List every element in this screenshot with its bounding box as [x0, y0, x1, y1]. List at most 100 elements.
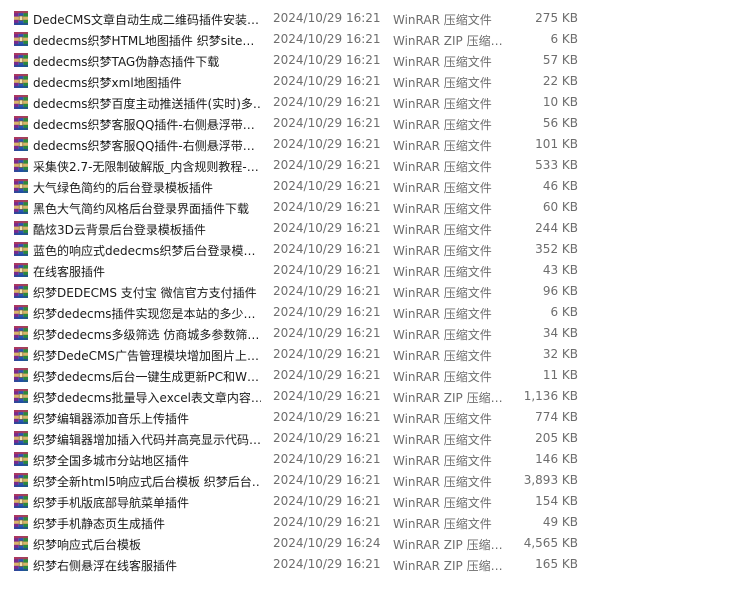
- file-row[interactable]: 织梦手机静态页生成插件 2024/10/29 16:21 WinRAR 压缩文件…: [0, 512, 733, 533]
- winrar-archive-icon: [13, 10, 29, 26]
- file-modified-date: 2024/10/29 16:21: [273, 200, 381, 214]
- file-size: 352 KB: [535, 242, 578, 256]
- file-type: WinRAR 压缩文件: [393, 496, 492, 510]
- winrar-archive-icon: [13, 514, 29, 530]
- winrar-archive-icon: [13, 136, 29, 152]
- file-size: 60 KB: [542, 200, 578, 214]
- file-modified-date: 2024/10/29 16:21: [273, 242, 381, 256]
- file-name: 织梦编辑器增加插入代码并高亮显示代码…: [33, 433, 261, 447]
- file-row[interactable]: dedecms织梦百度主动推送插件(实时)多… 2024/10/29 16:21…: [0, 92, 733, 113]
- file-row[interactable]: dedecms织梦客服QQ插件-右侧悬浮带… 2024/10/29 16:21 …: [0, 134, 733, 155]
- file-row[interactable]: 织梦手机版底部导航菜单插件 2024/10/29 16:21 WinRAR 压缩…: [0, 491, 733, 512]
- file-size: 46 KB: [542, 179, 578, 193]
- file-row[interactable]: 织梦右侧悬浮在线客服插件 2024/10/29 16:21 WinRAR ZIP…: [0, 554, 733, 575]
- file-modified-date: 2024/10/29 16:21: [273, 32, 381, 46]
- file-row[interactable]: 蓝色的响应式dedecms织梦后台登录模… 2024/10/29 16:21 W…: [0, 239, 733, 260]
- file-row[interactable]: 黑色大气简约风格后台登录界面插件下载 2024/10/29 16:21 WinR…: [0, 197, 733, 218]
- winrar-archive-icon: [13, 493, 29, 509]
- file-name: 黑色大气简约风格后台登录界面插件下载: [33, 202, 250, 216]
- file-name: 织梦dedecms批量导入excel表文章内容…: [33, 391, 261, 405]
- file-row[interactable]: 织梦dedecms插件实现您是本站的多少… 2024/10/29 16:21 W…: [0, 302, 733, 323]
- file-row[interactable]: 采集侠2.7-无限制破解版_内含规则教程-… 2024/10/29 16:21 …: [0, 155, 733, 176]
- winrar-archive-icon: [13, 220, 29, 236]
- file-type: WinRAR 压缩文件: [393, 412, 492, 426]
- file-type: WinRAR ZIP 压缩…: [393, 559, 503, 573]
- winrar-archive-icon: [13, 346, 29, 362]
- file-size: 49 KB: [542, 515, 578, 529]
- file-row[interactable]: 大气绿色简约的后台登录模板插件 2024/10/29 16:21 WinRAR …: [0, 176, 733, 197]
- file-modified-date: 2024/10/29 16:21: [273, 473, 381, 487]
- winrar-archive-icon: [13, 157, 29, 173]
- file-type: WinRAR 压缩文件: [393, 202, 492, 216]
- file-type: WinRAR 压缩文件: [393, 265, 492, 279]
- file-type: WinRAR 压缩文件: [393, 307, 492, 321]
- file-row[interactable]: 酷炫3D云背景后台登录模板插件 2024/10/29 16:21 WinRAR …: [0, 218, 733, 239]
- file-name: 织梦编辑器添加音乐上传插件: [33, 412, 190, 426]
- file-modified-date: 2024/10/29 16:21: [273, 158, 381, 172]
- winrar-archive-icon: [13, 472, 29, 488]
- file-row[interactable]: 织梦全新html5响应式后台模板 织梦后台… 2024/10/29 16:21 …: [0, 470, 733, 491]
- winrar-archive-icon: [13, 31, 29, 47]
- file-type: WinRAR 压缩文件: [393, 433, 492, 447]
- file-modified-date: 2024/10/29 16:21: [273, 53, 381, 67]
- file-row[interactable]: 织梦全国多城市分站地区插件 2024/10/29 16:21 WinRAR 压缩…: [0, 449, 733, 470]
- file-type: WinRAR 压缩文件: [393, 328, 492, 342]
- file-type: WinRAR 压缩文件: [393, 160, 492, 174]
- winrar-archive-icon: [13, 283, 29, 299]
- file-row[interactable]: 织梦dedecms后台一键生成更新PC和W… 2024/10/29 16:21 …: [0, 365, 733, 386]
- file-modified-date: 2024/10/29 16:21: [273, 494, 381, 508]
- file-size: 3,893 KB: [523, 473, 578, 487]
- file-name: 大气绿色简约的后台登录模板插件: [33, 181, 214, 195]
- winrar-archive-icon: [13, 73, 29, 89]
- file-size: 275 KB: [535, 11, 578, 25]
- file-name: dedecms织梦客服QQ插件-右侧悬浮带…: [33, 118, 255, 132]
- file-size: 205 KB: [535, 431, 578, 445]
- file-row[interactable]: dedecms织梦TAG伪静态插件下载 2024/10/29 16:21 Win…: [0, 50, 733, 71]
- file-row[interactable]: 织梦响应式后台模板 2024/10/29 16:24 WinRAR ZIP 压缩…: [0, 533, 733, 554]
- file-row[interactable]: dedecms织梦客服QQ插件-右侧悬浮带… 2024/10/29 16:21 …: [0, 113, 733, 134]
- file-list: DedeCMS文章自动生成二维码插件安装… 2024/10/29 16:21 W…: [0, 8, 733, 575]
- file-type: WinRAR 压缩文件: [393, 139, 492, 153]
- file-size: 10 KB: [542, 95, 578, 109]
- file-type: WinRAR 压缩文件: [393, 475, 492, 489]
- file-size: 1,136 KB: [523, 389, 578, 403]
- file-type: WinRAR 压缩文件: [393, 118, 492, 132]
- winrar-archive-icon: [13, 409, 29, 425]
- file-modified-date: 2024/10/29 16:21: [273, 11, 381, 25]
- file-name: 蓝色的响应式dedecms织梦后台登录模…: [33, 244, 256, 258]
- winrar-archive-icon: [13, 304, 29, 320]
- file-name: 织梦DedeCMS广告管理模块增加图片上…: [33, 349, 259, 363]
- winrar-archive-icon: [13, 325, 29, 341]
- file-row[interactable]: DedeCMS文章自动生成二维码插件安装… 2024/10/29 16:21 W…: [0, 8, 733, 29]
- file-row[interactable]: 织梦DedeCMS广告管理模块增加图片上… 2024/10/29 16:21 W…: [0, 344, 733, 365]
- file-name: 采集侠2.7-无限制破解版_内含规则教程-…: [33, 160, 259, 174]
- file-row[interactable]: dedecms织梦HTML地图插件 织梦site… 2024/10/29 16:…: [0, 29, 733, 50]
- file-modified-date: 2024/10/29 16:21: [273, 368, 381, 382]
- winrar-archive-icon: [13, 388, 29, 404]
- file-row[interactable]: 织梦dedecms多级筛选 仿商城多参数筛… 2024/10/29 16:21 …: [0, 323, 733, 344]
- winrar-archive-icon: [13, 241, 29, 257]
- file-modified-date: 2024/10/29 16:21: [273, 326, 381, 340]
- file-row[interactable]: 在线客服插件 2024/10/29 16:21 WinRAR 压缩文件 43 K…: [0, 260, 733, 281]
- file-name: 织梦dedecms多级筛选 仿商城多参数筛…: [33, 328, 260, 342]
- file-size: 101 KB: [535, 137, 578, 151]
- file-modified-date: 2024/10/29 16:21: [273, 74, 381, 88]
- file-size: 6 KB: [550, 305, 578, 319]
- file-modified-date: 2024/10/29 16:21: [273, 179, 381, 193]
- file-row[interactable]: 织梦编辑器添加音乐上传插件 2024/10/29 16:21 WinRAR 压缩…: [0, 407, 733, 428]
- winrar-archive-icon: [13, 199, 29, 215]
- file-size: 774 KB: [535, 410, 578, 424]
- file-type: WinRAR 压缩文件: [393, 244, 492, 258]
- file-row[interactable]: 织梦dedecms批量导入excel表文章内容… 2024/10/29 16:2…: [0, 386, 733, 407]
- file-size: 32 KB: [542, 347, 578, 361]
- file-type: WinRAR ZIP 压缩…: [393, 391, 503, 405]
- file-row[interactable]: 织梦DEDECMS 支付宝 微信官方支付插件 2024/10/29 16:21 …: [0, 281, 733, 302]
- file-size: 56 KB: [542, 116, 578, 130]
- file-size: 57 KB: [542, 53, 578, 67]
- file-row[interactable]: dedecms织梦xml地图插件 2024/10/29 16:21 WinRAR…: [0, 71, 733, 92]
- winrar-archive-icon: [13, 262, 29, 278]
- winrar-archive-icon: [13, 94, 29, 110]
- file-row[interactable]: 织梦编辑器增加插入代码并高亮显示代码… 2024/10/29 16:21 Win…: [0, 428, 733, 449]
- file-modified-date: 2024/10/29 16:21: [273, 263, 381, 277]
- file-name: 织梦响应式后台模板: [33, 538, 142, 552]
